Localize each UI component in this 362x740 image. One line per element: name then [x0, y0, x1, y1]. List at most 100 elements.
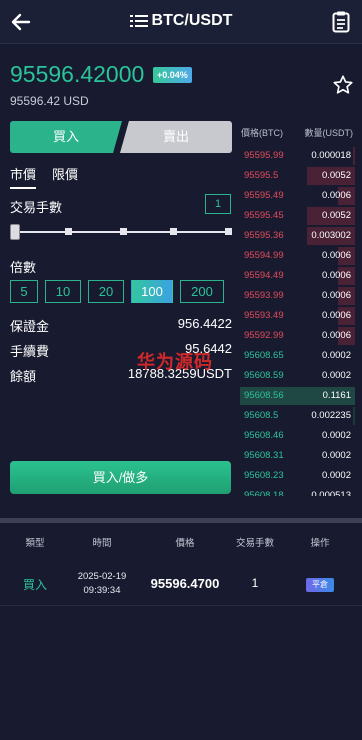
fee-label: 手續費 — [10, 344, 50, 359]
tab-buy[interactable]: 買入 — [10, 121, 122, 153]
leverage-option-20[interactable]: 20 — [88, 280, 124, 303]
row-qty: 0.0052 — [321, 170, 351, 181]
depth-bar — [353, 147, 355, 165]
document-icon[interactable] — [332, 11, 350, 33]
tab-sell[interactable]: 賣出 — [120, 121, 232, 153]
bid-row[interactable]: 95608.59 0.0002 — [240, 366, 355, 386]
order-time: 2025-02-19 09:39:34 — [70, 570, 134, 598]
slider-stop-50[interactable] — [120, 228, 127, 235]
margin-value: 956.4422 — [177, 316, 232, 331]
leverage-option-200[interactable]: 200 — [180, 280, 224, 303]
row-qty: 0.0006 — [321, 270, 351, 281]
row-price: 95608.23 — [244, 470, 284, 481]
row-qty: 0.0002 — [321, 370, 351, 381]
order-book-header: 價格(BTC) 數量(USDT) — [240, 126, 355, 140]
watermark: 华为源码 — [137, 352, 213, 372]
row-qty: 0.0052 — [321, 210, 351, 221]
col-price: 價格 — [175, 538, 195, 549]
row-qty: 0.003002 — [311, 230, 351, 241]
ask-row[interactable]: 95595.99 0.000018 — [240, 146, 355, 166]
leverage-option-10[interactable]: 10 — [45, 280, 81, 303]
row-price: 95608.65 — [244, 350, 284, 361]
row-price: 95608.46 — [244, 430, 284, 441]
row-price: 95592.99 — [244, 330, 284, 341]
row-qty: 0.0006 — [321, 290, 351, 301]
row-price: 95593.99 — [244, 290, 284, 301]
ask-row[interactable]: 95593.49 0.0006 — [240, 306, 355, 326]
row-price: 95608.18 — [244, 490, 284, 496]
bid-row[interactable]: 95608.56 0.1161 — [240, 386, 355, 406]
top-bar: BTC/USDT — [0, 0, 362, 44]
orders-table-header: 類型 時間 價格 交易手數 操作 — [0, 535, 362, 549]
ask-row[interactable]: 95592.99 0.0006 — [240, 326, 355, 346]
ask-row[interactable]: 95594.99 0.0006 — [240, 246, 355, 266]
bid-row[interactable]: 95608.65 0.0002 — [240, 346, 355, 366]
slider-stop-75[interactable] — [170, 228, 177, 235]
slider-stop-100[interactable] — [225, 228, 232, 235]
margin-row: 保證金 956.4422 — [10, 316, 232, 334]
last-price: 95596.42000 — [10, 61, 145, 87]
row-price: 95608.56 — [244, 390, 284, 401]
row-price: 95595.49 — [244, 190, 284, 201]
ask-row[interactable]: 95593.99 0.0006 — [240, 286, 355, 306]
row-qty: 0.000018 — [311, 150, 351, 161]
ask-row[interactable]: 95595.36 0.003002 — [240, 226, 355, 246]
list-icon — [129, 14, 148, 27]
row-price: 95594.99 — [244, 250, 284, 261]
leverage-option-100[interactable]: 100 — [131, 280, 173, 303]
bid-row[interactable]: 95608.5 0.002235 — [240, 406, 355, 426]
tab-market-order[interactable]: 市價 — [10, 164, 37, 189]
quantity-input[interactable]: 1 — [205, 194, 231, 214]
price-header: 價格(BTC) — [241, 128, 283, 138]
tab-limit-order[interactable]: 限價 — [52, 164, 78, 183]
order-qty: 1 — [251, 576, 259, 590]
row-qty: 0.0006 — [321, 190, 351, 201]
row-price: 95595.99 — [244, 150, 284, 161]
order-book: 價格(BTC) 數量(USDT) 95595.99 0.000018 95595.5… — [240, 120, 355, 496]
col-time: 時間 — [92, 538, 112, 549]
row-price: 95608.31 — [244, 450, 284, 461]
bid-row[interactable]: 95608.23 0.0002 — [240, 466, 355, 486]
row-price: 95608.59 — [244, 370, 284, 381]
row-qty: 0.0002 — [321, 350, 351, 361]
leverage-label: 倍數 — [10, 260, 37, 275]
slider-handle[interactable] — [10, 224, 20, 240]
ask-row[interactable]: 95594.49 0.0006 — [240, 266, 355, 286]
col-action: 操作 — [310, 538, 330, 549]
row-price: 95595.5 — [244, 170, 279, 181]
pair-title-text: BTC/USDT — [151, 12, 233, 29]
row-qty: 0.1161 — [322, 390, 351, 401]
order-clock: 09:39:34 — [83, 585, 121, 596]
price-usd: 95596.42 USD — [10, 94, 89, 108]
row-qty: 0.0006 — [321, 250, 351, 261]
row-price: 95594.49 — [244, 270, 284, 281]
ask-row[interactable]: 95595.49 0.0006 — [240, 186, 355, 206]
row-price: 95593.49 — [244, 310, 284, 321]
row-qty: 0.0002 — [321, 470, 351, 481]
bid-row[interactable]: 95608.31 0.0002 — [240, 446, 355, 466]
slider-stop-25[interactable] — [65, 228, 72, 235]
close-position-button[interactable]: 平倉 — [306, 578, 334, 592]
leverage-option-5[interactable]: 5 — [10, 280, 38, 303]
row-qty: 0.0002 — [321, 430, 351, 441]
balance-label: 餘額 — [10, 369, 37, 384]
col-qty: 交易手數 — [235, 538, 274, 549]
ask-row[interactable]: 95595.45 0.0052 — [240, 206, 355, 226]
margin-label: 保證金 — [10, 319, 50, 334]
buy-long-button[interactable]: 買入/做多 — [10, 461, 231, 494]
row-qty: 0.0006 — [321, 310, 351, 321]
depth-bar — [353, 407, 355, 425]
star-outline-icon[interactable] — [332, 74, 354, 96]
row-qty: 0.000513 — [311, 490, 351, 496]
bid-row[interactable]: 95608.18 0.000513 — [240, 486, 355, 496]
row-price: 95608.5 — [244, 410, 279, 421]
row-price: 95595.45 — [244, 210, 284, 221]
pair-title[interactable]: BTC/USDT — [0, 12, 362, 30]
row-price: 95595.36 — [244, 230, 284, 241]
row-qty: 0.0006 — [321, 330, 351, 341]
table-row: 買入 2025-02-19 09:39:34 95596.4700 1 平倉 — [0, 562, 362, 606]
bid-row[interactable]: 95608.46 0.0002 — [240, 426, 355, 446]
ask-row[interactable]: 95595.5 0.0052 — [240, 166, 355, 186]
quantity-label: 交易手數 — [10, 200, 63, 215]
quantity-slider[interactable] — [10, 224, 232, 240]
